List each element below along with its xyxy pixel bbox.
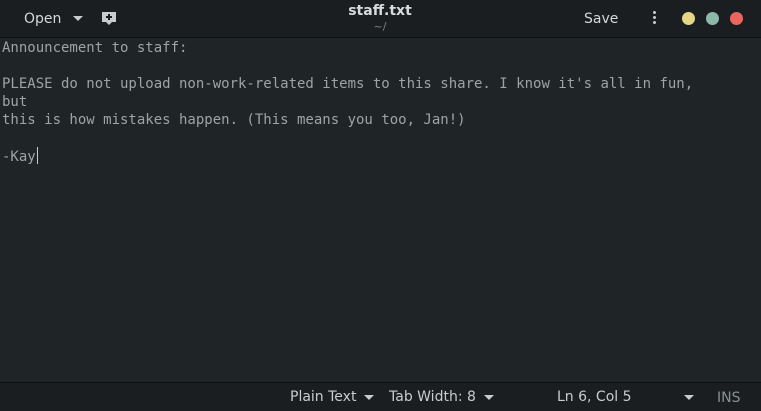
text-cursor xyxy=(36,147,38,164)
new-document-icon xyxy=(102,12,116,25)
document-title: staff.txt xyxy=(348,3,412,19)
minimize-button[interactable] xyxy=(682,12,695,25)
editor-line-4: but xyxy=(2,94,28,110)
save-button-label: Save xyxy=(584,10,619,27)
insert-mode-indicator: INS xyxy=(717,390,741,406)
editor-line-1: Announcement to staff: xyxy=(2,40,188,56)
header-bar: Open staff.txt ~/ Save xyxy=(0,0,761,38)
close-button[interactable] xyxy=(730,12,743,25)
tab-width-selector[interactable]: Tab Width: 8 xyxy=(389,389,494,405)
tab-width-label: Tab Width: 8 xyxy=(389,389,476,405)
status-bar: Plain Text Tab Width: 8 Ln 6, Col 5 INS xyxy=(0,382,761,411)
editor-line-3: PLEASE do not upload non-work-related it… xyxy=(2,76,694,92)
editor-line-7-text: -Kay xyxy=(2,149,36,165)
chevron-down-icon xyxy=(73,16,84,21)
open-button-label: Open xyxy=(24,10,62,27)
chevron-down-icon xyxy=(683,394,694,400)
menu-button[interactable] xyxy=(646,9,662,29)
editor-line-7: -Kay xyxy=(2,147,38,166)
language-selector[interactable]: Plain Text xyxy=(290,389,375,405)
vertical-dots-icon xyxy=(646,11,662,24)
chevron-down-icon xyxy=(483,394,494,400)
cursor-position-label: Ln 6, Col 5 xyxy=(557,389,632,405)
language-label: Plain Text xyxy=(290,389,357,405)
cursor-position-selector[interactable]: Ln 6, Col 5 xyxy=(557,389,694,405)
open-button[interactable]: Open xyxy=(14,5,93,32)
document-path: ~/ xyxy=(373,20,387,33)
save-button[interactable]: Save xyxy=(574,5,628,32)
editor-line-5: this is how mistakes happen. (This means… xyxy=(2,112,466,128)
new-document-button[interactable] xyxy=(100,9,118,27)
maximize-button[interactable] xyxy=(706,12,719,25)
window-title-area: staff.txt ~/ xyxy=(280,2,480,33)
text-editor-window: Open staff.txt ~/ Save Announcement to s… xyxy=(0,0,761,411)
text-editor-area[interactable]: Announcement to staff: PLEASE do not upl… xyxy=(0,38,761,382)
chevron-down-icon xyxy=(364,394,375,400)
